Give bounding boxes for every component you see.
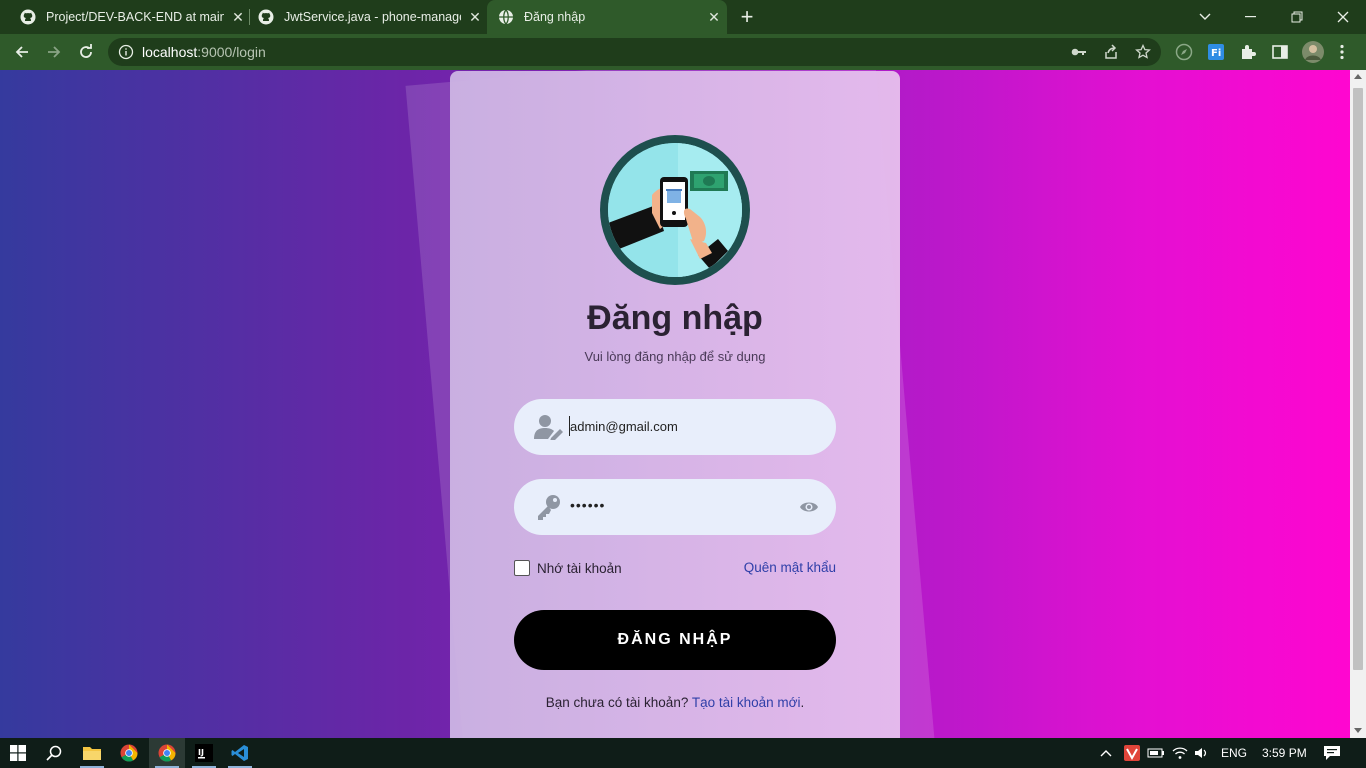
phone-payment-icon [608, 143, 742, 277]
tab-separator [249, 9, 250, 25]
tab-login-active[interactable]: Đăng nhập ✕ [487, 0, 727, 34]
profile-avatar[interactable] [1301, 40, 1325, 64]
create-account-link[interactable]: Tạo tài khoản mới [692, 695, 801, 710]
key-icon[interactable] [1070, 43, 1088, 61]
scroll-up-arrow-icon[interactable] [1354, 74, 1362, 79]
scroll-thumb[interactable] [1353, 88, 1363, 670]
remember-label[interactable]: Nhớ tài khoản [537, 561, 622, 576]
url-path: :9000/login [197, 44, 266, 60]
email-field[interactable]: admin@gmail.com [514, 399, 836, 455]
svg-text:Fi: Fi [1211, 48, 1221, 59]
chrome-active-icon[interactable] [149, 738, 185, 768]
side-panel-icon[interactable] [1270, 42, 1290, 62]
intellij-icon[interactable]: IJ [186, 738, 222, 768]
browser-tab-strip: Project/DEV-BACK-END at main · ✕ JwtServ… [0, 0, 1366, 34]
minimize-button[interactable] [1228, 0, 1274, 34]
close-window-button[interactable] [1320, 0, 1366, 34]
reload-icon[interactable] [74, 40, 98, 64]
remember-me[interactable]: Nhớ tài khoản [514, 560, 622, 576]
close-icon[interactable]: ✕ [230, 9, 246, 25]
speaker-icon[interactable] [1194, 738, 1212, 768]
globe-icon [498, 9, 514, 25]
page-scrollbar[interactable] [1350, 70, 1366, 738]
language-indicator[interactable]: ENG [1221, 738, 1247, 768]
restore-button[interactable] [1274, 0, 1320, 34]
share-icon[interactable] [1102, 43, 1120, 61]
chrome-icon[interactable] [111, 738, 147, 768]
email-input-value[interactable]: admin@gmail.com [570, 419, 678, 434]
compass-extension-icon[interactable] [1174, 42, 1194, 62]
new-tab-button[interactable]: + [737, 6, 757, 28]
password-field[interactable]: •••••• [514, 479, 836, 535]
windows-start-icon[interactable] [0, 738, 36, 768]
browser-toolbar: localhost:9000/login Fi [0, 34, 1366, 70]
forward-icon[interactable] [42, 40, 66, 64]
remember-checkbox[interactable] [514, 560, 530, 576]
page-subtitle: Vui lòng đăng nhập để sử dụng [584, 349, 766, 364]
url-text: localhost:9000/login [142, 44, 266, 60]
info-icon[interactable] [118, 44, 134, 60]
scroll-down-arrow-icon[interactable] [1354, 728, 1362, 733]
page-viewport: Đăng nhập Vui lòng đăng nhập để sử dụng … [0, 70, 1350, 738]
close-icon[interactable]: ✕ [706, 9, 722, 25]
wifi-icon[interactable] [1172, 738, 1190, 768]
eye-icon[interactable] [798, 496, 820, 518]
password-input-value[interactable]: •••••• [570, 497, 605, 513]
chevron-up-icon[interactable] [1100, 738, 1116, 768]
search-icon[interactable] [36, 738, 72, 768]
tab-title: JwtService.java - phone-manager [284, 10, 462, 24]
vivaldi-tray-icon[interactable] [1124, 738, 1142, 768]
login-card: Đăng nhập Vui lòng đăng nhập để sử dụng … [450, 71, 900, 738]
mobile-banking-illustration [600, 135, 750, 285]
url-host: localhost [142, 44, 198, 60]
translate-extension-icon[interactable]: Fi [1206, 42, 1226, 62]
key-icon [534, 493, 564, 521]
back-icon[interactable] [10, 40, 34, 64]
svg-text:IJ: IJ [198, 748, 204, 757]
tab-github-project[interactable]: Project/DEV-BACK-END at main · ✕ [20, 0, 250, 34]
tab-search-icon[interactable] [1182, 0, 1228, 34]
bookmark-star-icon[interactable] [1134, 43, 1152, 61]
login-button[interactable]: ĐĂNG NHẬP [514, 610, 836, 670]
windows-taskbar: IJ ENG 3:59 PM [0, 738, 1366, 768]
signup-prompt-text: Bạn chưa có tài khoản? [545, 695, 689, 710]
tab-title: Project/DEV-BACK-END at main · [46, 10, 224, 24]
file-explorer-icon[interactable] [74, 738, 110, 768]
extensions-puzzle-icon[interactable] [1238, 42, 1258, 62]
signup-period: . [800, 695, 805, 710]
signup-prompt: Bạn chưa có tài khoản? Tạo tài khoản mới… [450, 695, 900, 710]
vscode-icon[interactable] [222, 738, 258, 768]
github-icon [20, 9, 36, 25]
tab-jwtservice[interactable]: JwtService.java - phone-manager ✕ [258, 0, 483, 34]
battery-icon[interactable] [1147, 738, 1165, 768]
user-edit-icon [534, 413, 564, 441]
tab-title: Đăng nhập [524, 10, 586, 24]
page-title: Đăng nhập [587, 299, 763, 337]
close-icon[interactable]: ✕ [467, 9, 483, 25]
address-bar[interactable]: localhost:9000/login [108, 38, 1161, 66]
github-icon [258, 9, 274, 25]
notifications-icon[interactable] [1324, 738, 1342, 768]
clock[interactable]: 3:59 PM [1262, 738, 1307, 768]
menu-kebab-icon[interactable] [1332, 42, 1352, 62]
forgot-password-link[interactable]: Quên mật khẩu [744, 560, 836, 575]
